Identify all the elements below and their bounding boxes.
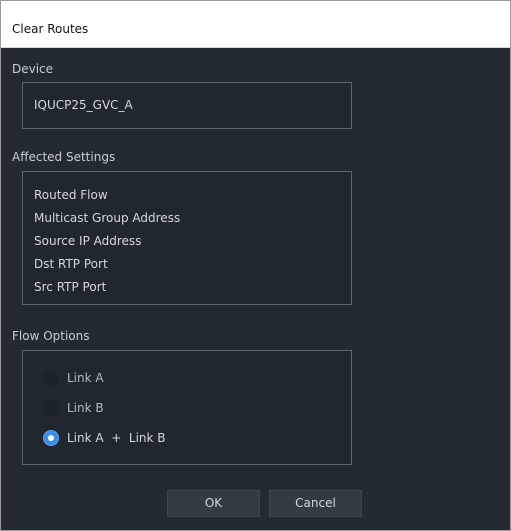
device-section-label: Device: [12, 62, 54, 76]
affected-setting-item: Src RTP Port: [34, 280, 107, 294]
affected-settings-label: Affected Settings: [12, 150, 116, 164]
cancel-button[interactable]: Cancel: [269, 490, 362, 517]
affected-setting-item: Multicast Group Address: [34, 211, 181, 225]
radio-link-a-plus-b-label[interactable]: Link A + Link B: [67, 431, 166, 445]
radio-link-a[interactable]: [43, 370, 59, 386]
clear-routes-dialog: Clear Routes Device IQUCP25_GVC_A Affect…: [0, 0, 511, 531]
affected-setting-item: Dst RTP Port: [34, 257, 108, 271]
flow-options-label: Flow Options: [12, 329, 90, 343]
affected-setting-item: Source IP Address: [34, 234, 142, 248]
radio-link-b-label[interactable]: Link B: [67, 401, 104, 415]
flow-options-box: Link A Link B Link A + Link B: [22, 350, 352, 465]
affected-setting-item: Routed Flow: [34, 188, 108, 202]
dialog-content: Device IQUCP25_GVC_A Affected Settings R…: [1, 48, 510, 530]
radio-link-a-plus-b[interactable]: [43, 430, 59, 446]
affected-settings-box: Routed Flow Multicast Group Address Sour…: [22, 171, 352, 305]
title-bar[interactable]: Clear Routes: [1, 1, 510, 48]
device-value: IQUCP25_GVC_A: [34, 98, 133, 112]
device-box: IQUCP25_GVC_A: [22, 82, 352, 129]
ok-button[interactable]: OK: [167, 490, 260, 517]
radio-link-a-label[interactable]: Link A: [67, 371, 104, 385]
radio-link-b[interactable]: [43, 400, 59, 416]
window-title: Clear Routes: [12, 22, 89, 36]
